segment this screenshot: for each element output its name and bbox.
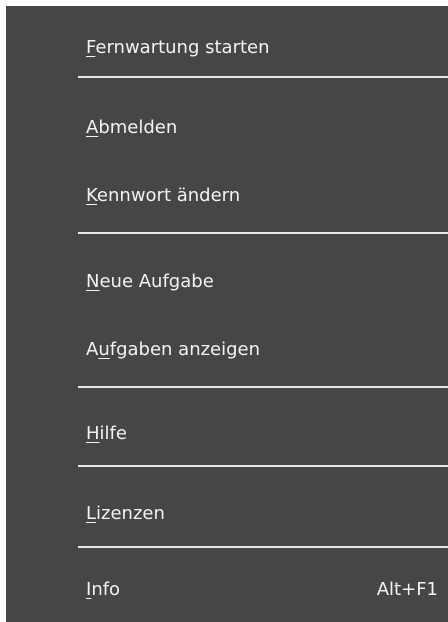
menu-item-label: Neue Aufgabe xyxy=(86,271,214,292)
menu-item-label: Abmelden xyxy=(86,117,178,138)
menu-item-kennwort-aendern[interactable]: Kennwort ändern xyxy=(6,176,448,216)
menu-item-hilfe[interactable]: Hilfe xyxy=(6,414,448,454)
menu-item-info[interactable]: Info Alt+F1 xyxy=(6,570,448,610)
menu-item-lizenzen[interactable]: Lizenzen xyxy=(6,494,448,534)
menu-item-label: Info xyxy=(86,579,121,600)
menu-item-fernwartung-starten[interactable]: Fernwartung starten xyxy=(6,28,448,68)
menu-item-label: Lizenzen xyxy=(86,503,165,524)
menu-separator xyxy=(78,546,448,548)
menu-separator xyxy=(78,232,448,234)
menu-item-label: Aufgaben anzeigen xyxy=(86,339,261,360)
menu-item-aufgaben-anzeigen[interactable]: Aufgaben anzeigen xyxy=(6,330,448,370)
menu-separator xyxy=(78,386,448,388)
menu-separator xyxy=(78,76,448,78)
menu-separator xyxy=(78,465,448,467)
menu-item-abmelden[interactable]: Abmelden xyxy=(6,108,448,148)
menu-item-label: Fernwartung starten xyxy=(86,37,270,58)
menu-item-label: Kennwort ändern xyxy=(86,185,241,206)
menu-item-shortcut: Alt+F1 xyxy=(376,579,438,600)
menu-item-neue-aufgabe[interactable]: Neue Aufgabe xyxy=(6,262,448,302)
menu-item-label: Hilfe xyxy=(86,423,127,444)
context-menu: Fernwartung starten Abmelden Kennwort än… xyxy=(6,6,448,622)
